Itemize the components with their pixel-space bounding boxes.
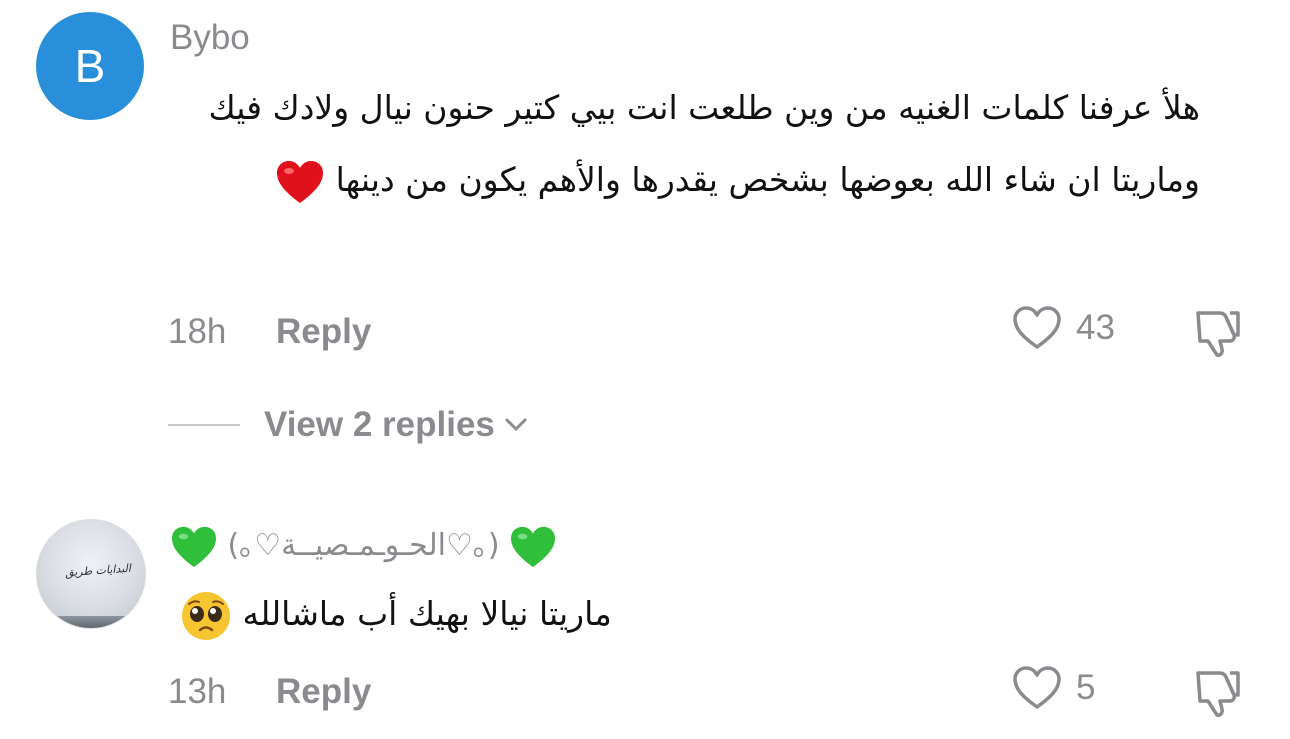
dislike-icon[interactable]: [1190, 665, 1244, 719]
comment-username[interactable]: (｡♡الحـوـمـصيــة♡｡): [170, 520, 557, 569]
comments-panel: B Bybo هلأ عرفنا كلمات الغنيه من وين طلع…: [0, 0, 1290, 739]
dislike-icon[interactable]: [1190, 305, 1244, 359]
view-replies-label: View 2 replies: [264, 405, 495, 444]
pleading-face-emoji-icon: [182, 591, 230, 640]
avatar[interactable]: B: [36, 12, 144, 120]
avatar-letter: B: [74, 40, 106, 92]
reply-button[interactable]: Reply: [276, 672, 371, 712]
comment-timestamp: 18h: [168, 312, 227, 351]
green-heart-icon: [172, 526, 216, 567]
comment-body: هلأ عرفنا كلمات الغنيه من وين طلعت انت ب…: [208, 88, 1200, 199]
comment-text: هلأ عرفنا كلمات الغنيه من وين طلعت انت ب…: [166, 72, 1200, 216]
comment-meta: 13h Reply: [168, 672, 371, 712]
comment-text: ماريتا نيالا بهيك أب ماشالله: [166, 578, 612, 650]
divider: [168, 424, 240, 426]
like-button[interactable]: 43: [1012, 305, 1115, 351]
chevron-down-icon: [505, 418, 527, 431]
username-text: (｡♡الحـوـمـصيــة♡｡): [227, 528, 500, 563]
heart-outline-icon: [1013, 306, 1061, 349]
red-heart-emoji-icon: [277, 160, 324, 203]
comment-username[interactable]: Bybo: [170, 18, 250, 58]
comment-meta: 18h Reply: [168, 312, 371, 352]
comment-body: ماريتا نيالا بهيك أب ماشالله: [242, 594, 612, 633]
view-replies-button[interactable]: View 2 replies: [168, 405, 529, 445]
avatar[interactable]: البدايات طريق: [36, 519, 146, 629]
like-button[interactable]: 5: [1012, 665, 1095, 711]
like-count: 5: [1076, 668, 1096, 707]
reply-button[interactable]: Reply: [276, 312, 371, 352]
avatar-script-text: البدايات طريق: [64, 561, 132, 580]
avatar-shoreline: [37, 616, 145, 628]
heart-outline-icon: [1013, 666, 1061, 709]
like-count: 43: [1076, 308, 1115, 347]
comment-timestamp: 13h: [168, 672, 227, 711]
green-heart-icon: [511, 526, 556, 567]
